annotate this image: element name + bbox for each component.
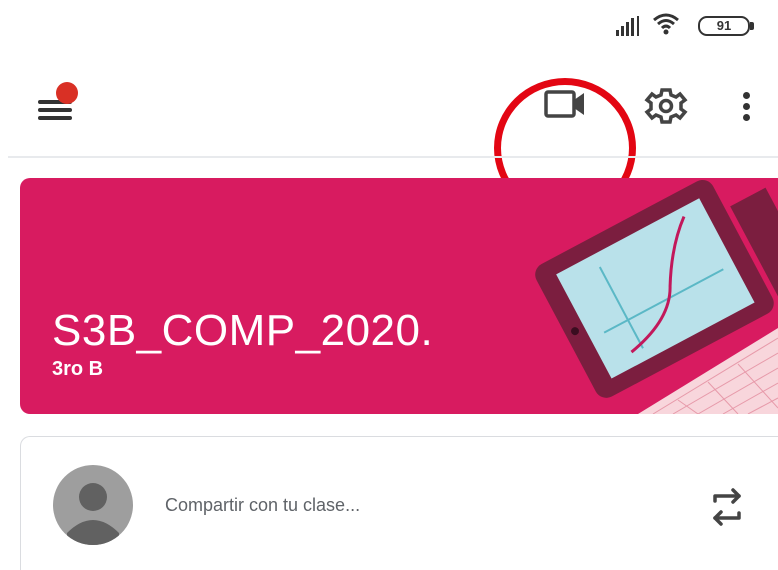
video-meet-button[interactable] — [530, 80, 600, 128]
class-section: 3ro B — [52, 358, 104, 380]
more-vert-icon — [743, 92, 750, 99]
user-avatar-icon — [53, 465, 133, 545]
repost-icon — [713, 488, 741, 526]
app-bar — [0, 50, 778, 218]
battery-level: 91 — [716, 18, 732, 33]
settings-button[interactable] — [640, 80, 692, 132]
class-title: S3B_COMP_2020. — [52, 306, 434, 355]
wifi-icon — [653, 13, 679, 35]
app-bar-divider — [8, 156, 778, 158]
menu-button[interactable] — [30, 80, 86, 130]
status-bar: 91 — [0, 0, 778, 50]
tablet-graph-illustration — [535, 179, 778, 414]
share-with-class-card: Compartir con tu clase... — [20, 436, 778, 570]
settings-gear-icon — [644, 88, 688, 124]
notification-dot — [56, 82, 78, 104]
repost-button[interactable] — [707, 485, 747, 529]
more-options-button[interactable] — [732, 80, 762, 132]
battery-icon: 91 — [698, 16, 754, 36]
class-banner[interactable]: S3B_COMP_2020. 3ro B — [20, 178, 778, 414]
signal-icon — [616, 16, 639, 36]
video-camera-icon — [544, 90, 584, 118]
share-with-class-input[interactable]: Compartir con tu clase... — [165, 495, 360, 516]
